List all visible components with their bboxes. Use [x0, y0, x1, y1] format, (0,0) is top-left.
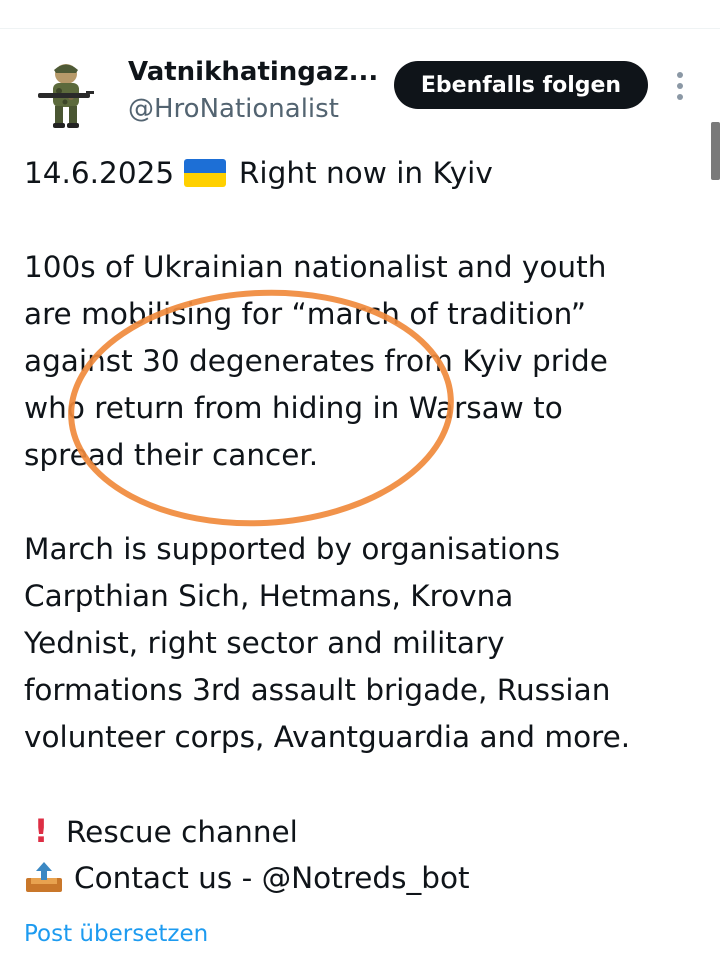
tweet-intro-line: 14.6.2025 Right now in Kyiv	[24, 150, 708, 197]
display-name[interactable]: Vatnikhatingaz...	[128, 54, 378, 90]
outbox-tray-icon	[26, 862, 62, 892]
paragraph2-line: volunteer corps, Avantguardia and more.	[24, 720, 631, 754]
paragraph1-line: spread their cancer.	[24, 438, 319, 472]
tweet-intro: Right now in Kyiv	[238, 156, 493, 190]
paragraph1-line: against 30 degenerates from Kyiv pride	[24, 344, 608, 378]
paragraph2-line: March is supported by organisations	[24, 532, 560, 566]
paragraph2-line: Yednist, right sector and military	[24, 626, 505, 660]
rescue-text: Rescue channel	[66, 815, 298, 849]
contact-text[interactable]: Contact us - @Notreds_bot	[74, 861, 470, 895]
user-handle[interactable]: @HroNationalist	[128, 92, 339, 126]
contact-line: Contact us - @Notreds_bot	[24, 855, 708, 902]
paragraph1-line: 100s of Ukrainian nationalist and youth	[24, 250, 607, 284]
avatar[interactable]	[26, 54, 106, 134]
translate-post-link[interactable]: Post übersetzen	[24, 917, 208, 951]
rescue-line: ! Rescue channel	[24, 808, 708, 855]
follow-button[interactable]: Ebenfalls folgen	[394, 61, 648, 109]
tweet-date: 14.6.2025	[24, 156, 175, 190]
paragraph2-line: formations 3rd assault brigade, Russian	[24, 673, 611, 707]
red-exclamation-icon: !	[33, 812, 49, 850]
paragraph1-line: who return from hiding in Warsaw to	[24, 391, 563, 425]
scrollbar-thumb[interactable]	[711, 122, 720, 180]
ukraine-flag-icon	[183, 159, 226, 187]
more-vertical-icon	[677, 72, 683, 100]
more-options-button[interactable]	[668, 66, 692, 106]
paragraph1-line: are mobilising for “march of tradition”	[24, 297, 587, 331]
tweet-body: 14.6.2025 Right now in Kyiv 100s of Ukra…	[24, 150, 708, 902]
paragraph2-line: Carpthian Sich, Hetmans, Krovna	[24, 579, 514, 613]
top-divider	[0, 28, 720, 29]
soldier-avatar-icon	[38, 64, 94, 128]
